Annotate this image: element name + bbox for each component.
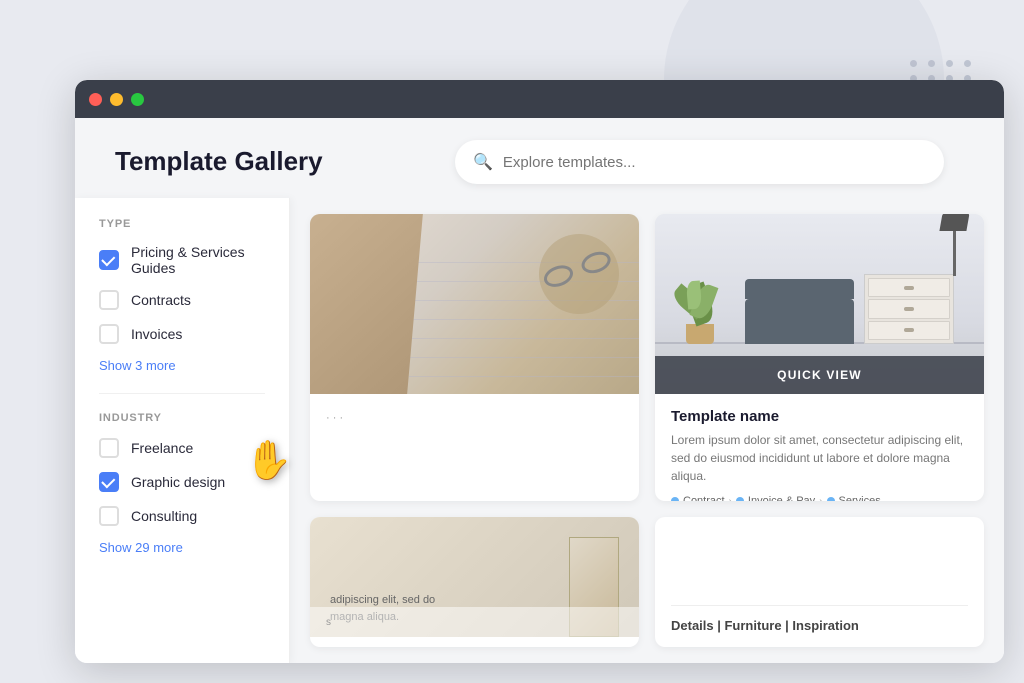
tag-arrow-2: › [819,496,822,502]
checkbox-graphic-design[interactable] [99,472,119,492]
filter-label-contracts: Contracts [131,292,191,308]
card-3[interactable]: adipiscing elit, sed domagna aliqua. s [310,517,639,647]
drawer-1 [868,278,950,297]
filter-label-pricing: Pricing & Services Guides [131,244,265,276]
lamp-head [939,214,969,231]
card-2[interactable]: QUICK VIEW Template name Lorem ipsum dol… [655,214,984,501]
tag-dot-services [827,497,835,501]
search-icon: 🔍 [473,152,493,172]
quick-view-label: QUICK VIEW [777,368,862,382]
checkbox-consulting[interactable] [99,506,119,526]
industry-section-label: INDUSTRY [99,412,265,424]
tag-dot-contract [671,497,679,501]
traffic-light-yellow[interactable] [110,93,123,106]
filter-label-graphic-design: Graphic design [131,474,225,490]
search-bar: 🔍 [455,140,944,184]
filter-item-consulting[interactable]: Consulting [99,506,265,526]
card-4-label: Details | Furniture | Inspiration [671,605,968,633]
quick-view-overlay[interactable]: QUICK VIEW [655,356,984,394]
sofa-decoration [745,299,854,344]
dresser-decoration [864,274,954,344]
industry-show-more[interactable]: Show 29 more [99,540,265,555]
drawer-2 [868,299,950,318]
type-section-label: TYPE [99,218,265,230]
tag-arrow-1: › [729,496,732,502]
filter-panel: TYPE Pricing & Services Guides Contracts… [75,198,290,663]
card-3-image: adipiscing elit, sed domagna aliqua. s [310,517,639,637]
card-2-title: Template name [671,408,968,425]
card-1-body: · · · [310,394,639,438]
browser-content: Template Gallery 🔍 TYPE Pricing & Servic… [75,118,1004,663]
filter-label-freelance: Freelance [131,440,193,456]
dresser-drawers [865,275,953,343]
filter-divider [99,393,265,394]
card-4[interactable]: Details | Furniture | Inspiration [655,517,984,647]
card-1-image [310,214,639,394]
tag-invoice: Invoice & Pay [748,495,815,501]
page-title: Template Gallery [115,146,323,177]
search-input[interactable] [503,154,926,171]
checkbox-freelance[interactable] [99,438,119,458]
browser-window: Template Gallery 🔍 TYPE Pricing & Servic… [75,80,1004,663]
card-2-body: Template name Lorem ipsum dolor sit amet… [655,394,984,501]
filter-item-pricing[interactable]: Pricing & Services Guides [99,244,265,276]
filter-label-consulting: Consulting [131,508,197,524]
filter-item-graphic-design[interactable]: Graphic design [99,472,265,492]
tag-dot-invoice [736,497,744,501]
tag-services: Services [839,495,881,501]
type-show-more[interactable]: Show 3 more [99,358,265,373]
drawer-3 [868,321,950,340]
traffic-light-green[interactable] [131,93,144,106]
tag-contract: Contract [683,495,725,501]
card-1[interactable]: · · · [310,214,639,501]
traffic-light-red[interactable] [89,93,102,106]
main-content: · · · [290,198,1004,663]
filter-label-invoices: Invoices [131,326,182,342]
card-2-image: QUICK VIEW [655,214,984,394]
filter-item-contracts[interactable]: Contracts [99,290,265,310]
lamp-pole [953,221,956,276]
browser-titlebar [75,80,1004,118]
checkbox-contracts[interactable] [99,290,119,310]
checkbox-pricing[interactable] [99,250,119,270]
sofa-back [745,279,854,299]
plant-leaves [675,264,725,324]
card-2-description: Lorem ipsum dolor sit amet, consectetur … [671,431,968,485]
plant-decoration [685,264,715,344]
plant-pot [686,324,714,344]
checkbox-invoices[interactable] [99,324,119,344]
card-2-tags: Contract › Invoice & Pay › Services [671,495,968,501]
filter-item-invoices[interactable]: Invoices [99,324,265,344]
filter-item-freelance[interactable]: Freelance [99,438,265,458]
card-4-body: Details | Furniture | Inspiration [655,517,984,647]
